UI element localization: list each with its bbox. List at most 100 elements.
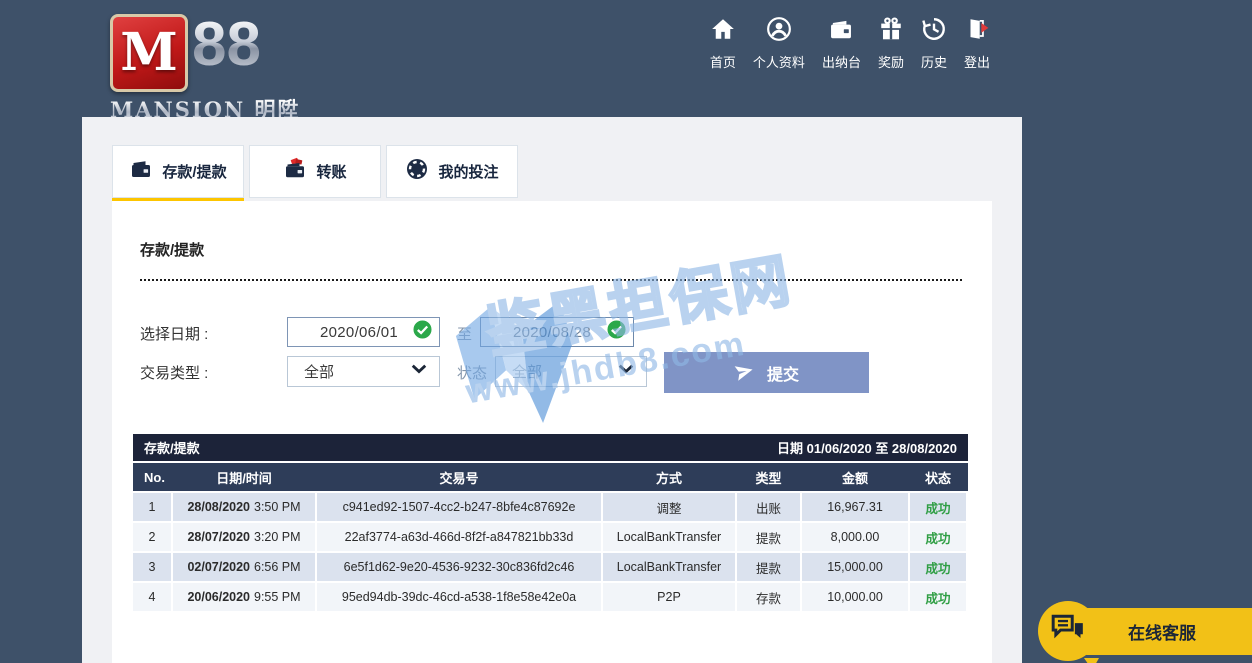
to-label: 至: [457, 323, 472, 344]
gift-icon: [878, 16, 904, 47]
tab-label: 存款/提款: [162, 161, 226, 182]
content-area: 存款/提款 转账 我的投注 存款/提款 选择日期 : 2020/06/01 至 …: [82, 117, 1022, 663]
tab-label: 转账: [316, 161, 346, 182]
table-row[interactable]: 4 20/06/20209:55 PM 95ed94db-39dc-46cd-a…: [133, 583, 968, 611]
tab-deposit-withdrawal[interactable]: 存款/提款: [112, 145, 244, 198]
cell-type: 提款: [737, 523, 800, 551]
cell-no: 4: [133, 583, 171, 611]
date-filter-label: 选择日期 :: [140, 323, 208, 344]
table-row[interactable]: 1 28/08/20203:50 PM c941ed92-1507-4cc2-b…: [133, 493, 968, 521]
cell-method: 调整: [603, 493, 735, 521]
cell-transaction-id: 22af3774-a63d-466d-8f2f-a847821bb33d: [317, 523, 601, 551]
cell-type: 出账: [737, 493, 800, 521]
tab-bar: 存款/提款 转账 我的投注: [112, 145, 518, 198]
chat-icon-button[interactable]: [1038, 601, 1098, 661]
nav-item-home[interactable]: 首页: [710, 16, 736, 71]
cell-amount: 15,000.00: [802, 553, 908, 581]
cell-method: P2P: [603, 583, 735, 611]
column-header: 状态: [910, 468, 966, 487]
date-from-value: 2020/06/01: [320, 324, 398, 341]
main-panel: 存款/提款 选择日期 : 2020/06/01 至 2020/08/28 交易类…: [112, 201, 992, 663]
type-filter-label: 交易类型 :: [140, 362, 208, 383]
table-row[interactable]: 2 28/07/20203:20 PM 22af3774-a63d-466d-8…: [133, 523, 968, 551]
table-title-bar: 存款/提款 日期 01/06/2020 至 28/08/2020: [133, 434, 968, 461]
nav-label: 历史: [921, 52, 947, 71]
column-header: 方式: [603, 468, 735, 487]
transfer-wallet-icon: [283, 157, 307, 186]
date-from-input[interactable]: 2020/06/01: [287, 317, 440, 347]
status-filter-label: 状态: [457, 362, 487, 383]
cell-no: 2: [133, 523, 171, 551]
logout-icon: [964, 16, 990, 47]
table-title: 存款/提款: [144, 438, 200, 457]
date-to-value: 2020/08/28: [513, 324, 591, 341]
chevron-down-icon: [409, 359, 429, 384]
table-date-range: 日期 01/06/2020 至 28/08/2020: [777, 438, 957, 457]
cell-amount: 16,967.31: [802, 493, 908, 521]
history-icon: [921, 16, 947, 47]
cashier-wallet-icon: [828, 16, 854, 47]
section-title: 存款/提款: [140, 239, 204, 260]
cell-transaction-id: 95ed94db-39dc-46cd-a538-1f8e58e42e0a: [317, 583, 601, 611]
brand-logo[interactable]: M 88 MANSION 明陞: [110, 8, 350, 108]
cell-status: 成功: [910, 493, 966, 521]
nav-item-rewards[interactable]: 奖励: [878, 16, 904, 71]
type-select-value: 全部: [304, 361, 334, 382]
cell-type: 提款: [737, 553, 800, 581]
cell-datetime: 28/07/20203:20 PM: [173, 523, 315, 551]
nav-label: 个人资料: [753, 52, 805, 71]
submit-button[interactable]: 提交: [664, 352, 869, 393]
cell-method: LocalBankTransfer: [603, 553, 735, 581]
emblem-letter: M: [120, 27, 178, 79]
poker-chip-icon: [405, 157, 429, 186]
cell-transaction-id: c941ed92-1507-4cc2-b247-8bfe4c87692e: [317, 493, 601, 521]
nav-label: 登出: [964, 52, 990, 71]
send-icon: [734, 361, 755, 385]
tab-label: 我的投注: [438, 161, 498, 182]
status-select[interactable]: 全部: [495, 356, 647, 387]
cell-amount: 8,000.00: [802, 523, 908, 551]
wallet-icon: [129, 157, 153, 186]
nav-label: 首页: [710, 52, 736, 71]
nav-item-profile[interactable]: 个人资料: [753, 16, 805, 71]
cell-transaction-id: 6e5f1d62-9e20-4536-9232-30c836fd2c46: [317, 553, 601, 581]
cell-amount: 10,000.00: [802, 583, 908, 611]
column-header: 交易号: [317, 468, 601, 487]
column-header: 类型: [737, 468, 800, 487]
chat-bubbles-icon: [1050, 613, 1086, 650]
nav-label: 出纳台: [822, 52, 861, 71]
cell-type: 存款: [737, 583, 800, 611]
check-circle-icon: [412, 319, 433, 345]
nav-label: 奖励: [878, 52, 904, 71]
cell-status: 成功: [910, 583, 966, 611]
live-chat-label: 在线客服: [1128, 619, 1196, 644]
column-header: 金额: [802, 468, 908, 487]
cell-datetime: 02/07/20206:56 PM: [173, 553, 315, 581]
date-to-input[interactable]: 2020/08/28: [480, 317, 634, 347]
submit-label: 提交: [767, 361, 799, 385]
cell-status: 成功: [910, 523, 966, 551]
top-nav: 首页 个人资料 出纳台 奖励 历史 登出: [710, 16, 990, 71]
status-select-value: 全部: [512, 361, 542, 382]
cell-no: 1: [133, 493, 171, 521]
m88-emblem: M: [110, 14, 188, 92]
cell-no: 3: [133, 553, 171, 581]
nav-item-cashier[interactable]: 出纳台: [822, 16, 861, 71]
tab-transfer[interactable]: 转账: [249, 145, 381, 198]
tab-my-bets[interactable]: 我的投注: [386, 145, 518, 198]
dotted-divider: [140, 279, 962, 281]
nav-item-history[interactable]: 历史: [921, 16, 947, 71]
type-select[interactable]: 全部: [287, 356, 440, 387]
check-circle-icon: [606, 319, 627, 345]
watermark-text: 鉴黑担保网: [479, 233, 799, 370]
column-header: No.: [133, 470, 171, 485]
table-row[interactable]: 3 02/07/20206:56 PM 6e5f1d62-9e20-4536-9…: [133, 553, 968, 581]
cell-status: 成功: [910, 553, 966, 581]
nav-item-logout[interactable]: 登出: [964, 16, 990, 71]
transactions-table: 存款/提款 日期 01/06/2020 至 28/08/2020 No. 日期/…: [133, 434, 968, 611]
home-icon: [710, 16, 736, 47]
brand-number: 88: [192, 8, 261, 82]
profile-icon: [766, 16, 792, 47]
cell-datetime: 28/08/20203:50 PM: [173, 493, 315, 521]
cell-method: LocalBankTransfer: [603, 523, 735, 551]
